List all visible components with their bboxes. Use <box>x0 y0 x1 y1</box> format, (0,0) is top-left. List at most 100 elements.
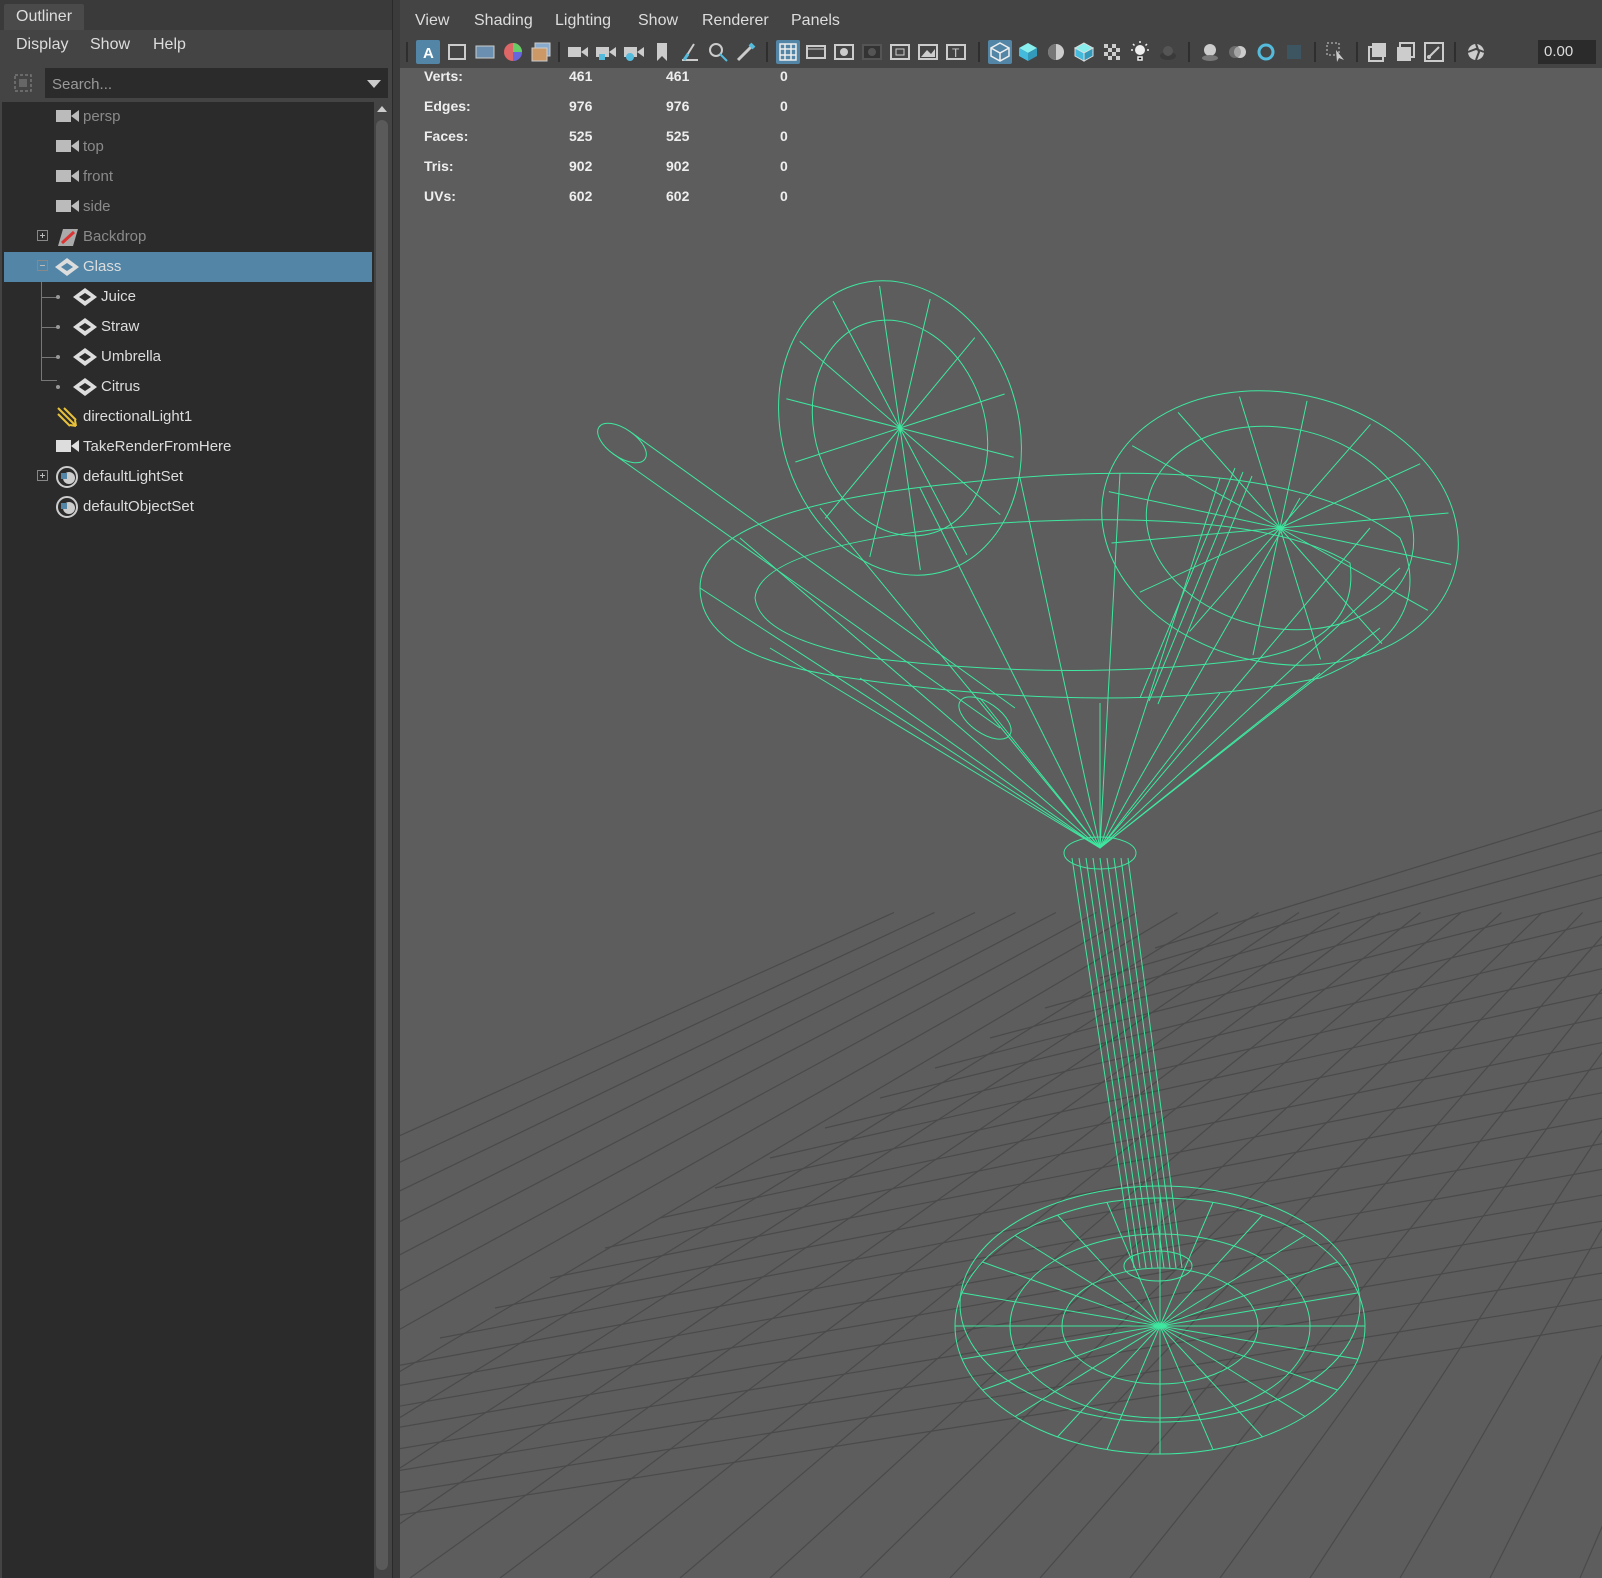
collapse-toggle[interactable] <box>37 260 48 271</box>
xray-joints-icon[interactable] <box>1422 40 1446 64</box>
motion-blur-icon[interactable] <box>1226 40 1250 64</box>
image-icon[interactable] <box>916 40 940 64</box>
search-field[interactable] <box>45 68 388 99</box>
outliner-tab[interactable]: Outliner <box>4 4 85 30</box>
filter-icon[interactable] <box>12 72 34 94</box>
grid-line <box>949 912 1583 1578</box>
viewport-toolbar: A T 0.00 <box>400 36 1602 68</box>
screen-space-ao-icon[interactable] <box>1198 40 1222 64</box>
expand-toggle[interactable] <box>37 470 48 481</box>
tree-item-render-camera[interactable]: TakeRenderFromHere <box>4 432 372 462</box>
exposure-icon[interactable] <box>1464 40 1488 64</box>
menu-view[interactable]: View <box>415 12 449 30</box>
hud-value: 976 <box>569 98 593 114</box>
bookmark-icon[interactable] <box>650 40 674 64</box>
field-chart-icon[interactable] <box>832 40 856 64</box>
menu-lighting[interactable]: Lighting <box>555 12 611 30</box>
tree-scrollbar[interactable] <box>374 102 390 1578</box>
film-gate-icon[interactable] <box>445 40 469 64</box>
scroll-thumb[interactable] <box>376 120 388 1570</box>
tree-item-default-object-set[interactable]: defaultObjectSet <box>4 492 372 522</box>
text-icon[interactable]: T <box>944 40 968 64</box>
menu-shading[interactable]: Shading <box>474 12 533 30</box>
tree-item-directional-light[interactable]: directionalLight1 <box>4 402 372 432</box>
camera-lock-icon[interactable] <box>594 40 618 64</box>
citrus-segment <box>869 427 901 558</box>
grid-line <box>400 1298 1602 1494</box>
tree-item-juice[interactable]: Juice <box>4 282 372 312</box>
citrus-segment <box>795 427 901 463</box>
image-plane-icon[interactable] <box>529 40 553 64</box>
grid-icon[interactable] <box>776 40 800 64</box>
smooth-shade-cube-icon[interactable] <box>1016 40 1040 64</box>
camera-icon <box>56 200 79 212</box>
menu-panels[interactable]: Panels <box>791 12 840 30</box>
shadows-icon[interactable] <box>1156 40 1180 64</box>
camera-attributes-icon[interactable] <box>622 40 646 64</box>
hud-value: 461 <box>569 68 593 84</box>
xray-icon[interactable] <box>1366 40 1390 64</box>
tree-item-persp[interactable]: persp <box>4 102 372 132</box>
tree-item-default-light-set[interactable]: defaultLightSet <box>4 462 372 492</box>
chevron-down-icon[interactable] <box>367 80 381 88</box>
tree-item-glass[interactable]: Glass <box>4 252 372 282</box>
scroll-up-icon[interactable] <box>377 106 387 112</box>
menu-show[interactable]: Show <box>90 36 130 54</box>
tree-item-label: Backdrop <box>83 228 147 245</box>
search-input[interactable] <box>50 69 354 99</box>
tree-item-label: front <box>83 168 114 185</box>
use-all-lights-icon[interactable] <box>1128 40 1152 64</box>
safe-action-icon[interactable] <box>860 40 884 64</box>
menu-help[interactable]: Help <box>153 36 186 54</box>
depth-of-field-icon[interactable] <box>1282 40 1306 64</box>
tree-item-backdrop[interactable]: Backdrop <box>4 222 372 252</box>
camera-icon[interactable] <box>566 40 590 64</box>
tree-node-dot <box>56 325 60 329</box>
bowl-rib <box>819 507 1101 849</box>
grid-line <box>400 911 1178 1373</box>
grid-line <box>1489 1354 1602 1578</box>
citrus-segment <box>1279 512 1449 529</box>
grease-pencil-icon[interactable] <box>678 40 702 64</box>
tree-item-straw[interactable]: Straw <box>4 312 372 342</box>
viewport-menu-bar: View Shading Lighting Show Renderer Pane… <box>400 0 1602 36</box>
xray-active-components-icon[interactable] <box>1394 40 1418 64</box>
citrus-segment <box>1279 463 1421 529</box>
bowl-rib <box>739 537 1101 849</box>
hud-value: 525 <box>666 128 690 144</box>
grid-line <box>400 911 1057 1256</box>
citrus-segment <box>1139 527 1281 593</box>
tree-item-side[interactable]: side <box>4 192 372 222</box>
base-spoke <box>1106 1325 1161 1450</box>
tree-item-umbrella[interactable]: Umbrella <box>4 342 372 372</box>
select-camera-icon[interactable]: A <box>416 40 440 64</box>
citrus-segment <box>824 427 901 519</box>
outliner-menu-bar: Display Show Help <box>2 30 390 64</box>
menu-display[interactable]: Display <box>16 36 68 54</box>
exposure-field[interactable]: 0.00 <box>1538 40 1596 64</box>
hud-value: 0 <box>780 68 788 84</box>
bowl-rib <box>859 677 1101 849</box>
tree-item-citrus[interactable]: Citrus <box>4 372 372 402</box>
multisample-aa-icon[interactable] <box>1254 40 1278 64</box>
isolate-select-icon[interactable] <box>1324 40 1348 64</box>
base-spoke <box>1159 1292 1359 1327</box>
viewport-scene[interactable] <box>400 68 1602 1578</box>
paint-brush-icon[interactable] <box>734 40 758 64</box>
wireframe-cube-icon[interactable] <box>988 40 1012 64</box>
two-d-pan-zoom-icon[interactable] <box>706 40 730 64</box>
tree-item-front[interactable]: front <box>4 162 372 192</box>
wireframe-on-shaded-icon[interactable] <box>1072 40 1096 64</box>
viewport-panel[interactable]: Verts: 461 461 0 Edges: 976 976 0 Faces:… <box>400 0 1602 1578</box>
safe-title-icon[interactable] <box>888 40 912 64</box>
default-material-icon[interactable] <box>1044 40 1068 64</box>
textured-icon[interactable] <box>1100 40 1124 64</box>
color-wheel-icon[interactable] <box>501 40 525 64</box>
menu-show[interactable]: Show <box>638 12 678 30</box>
resolution-gate-icon[interactable] <box>473 40 497 64</box>
tree-item-top[interactable]: top <box>4 132 372 162</box>
camera-icon <box>56 170 79 182</box>
expand-toggle[interactable] <box>37 230 48 241</box>
film-gate-mask-icon[interactable] <box>804 40 828 64</box>
menu-renderer[interactable]: Renderer <box>702 12 769 30</box>
